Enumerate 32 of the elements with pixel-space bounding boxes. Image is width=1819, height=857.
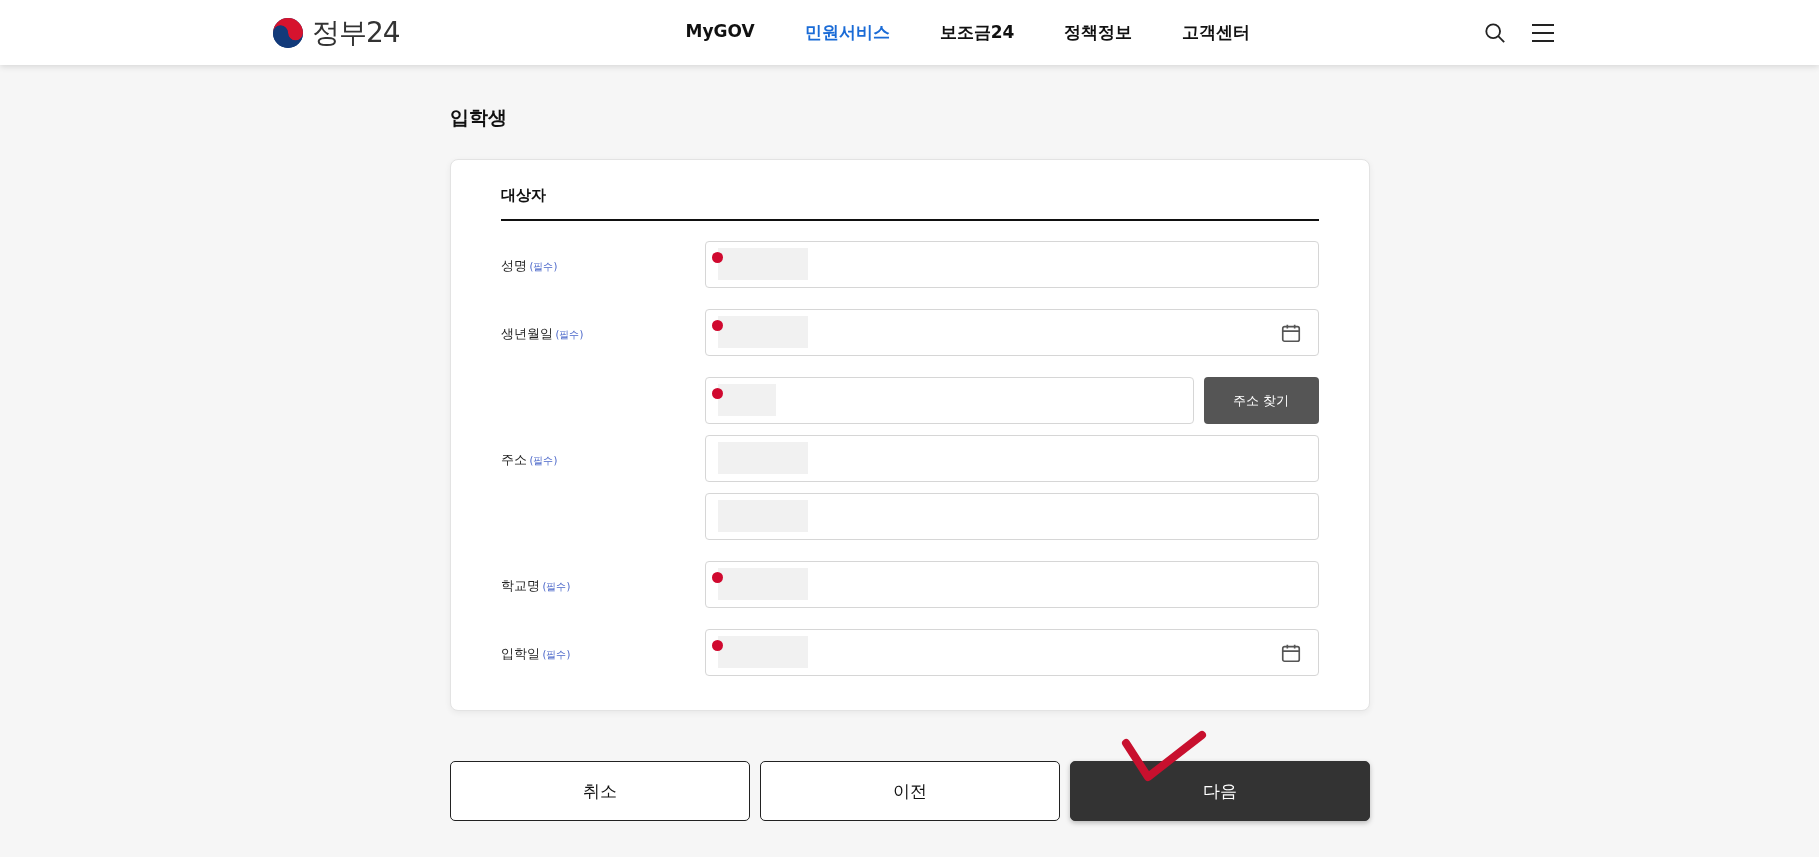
address-search-button[interactable]: 주소 찾기 bbox=[1203, 377, 1319, 424]
date-field[interactable] bbox=[704, 629, 1319, 676]
input-field[interactable] bbox=[704, 493, 1319, 540]
required-note: (필수) bbox=[529, 260, 558, 272]
section-title: 대상자 bbox=[500, 186, 1319, 221]
required-note: (필수) bbox=[542, 648, 571, 660]
input-field[interactable] bbox=[704, 561, 1319, 608]
nav-link[interactable]: MyGOV bbox=[685, 21, 755, 44]
taegeuk-logo-icon bbox=[272, 16, 304, 49]
field-label: 학교명 bbox=[500, 577, 540, 593]
field-label: 성명 bbox=[500, 257, 527, 273]
search-icon[interactable] bbox=[1484, 21, 1506, 44]
nav-link[interactable]: 정책정보 bbox=[1064, 21, 1133, 44]
required-note: (필수) bbox=[542, 580, 571, 592]
action-button[interactable]: 이전 bbox=[759, 761, 1060, 821]
required-note: (필수) bbox=[555, 328, 584, 340]
required-note: (필수) bbox=[529, 454, 558, 466]
input-field[interactable] bbox=[704, 377, 1194, 424]
field-label: 입학일 bbox=[500, 645, 540, 661]
nav-link[interactable]: 보조금24 bbox=[939, 21, 1015, 44]
field-label: 생년월일 bbox=[500, 325, 553, 341]
date-field[interactable] bbox=[704, 309, 1319, 356]
logo-text[interactable]: 정부24 bbox=[312, 13, 400, 52]
page-title: 입학생 bbox=[449, 105, 508, 130]
input-field[interactable] bbox=[704, 435, 1319, 482]
nav-link[interactable]: 고객센터 bbox=[1182, 21, 1251, 44]
input-field[interactable] bbox=[704, 241, 1319, 288]
field-label: 주소 bbox=[500, 451, 527, 467]
action-button[interactable]: 취소 bbox=[449, 761, 750, 821]
menu-icon[interactable] bbox=[1532, 22, 1554, 43]
nav-link[interactable]: 민원서비스 bbox=[804, 21, 890, 44]
next-button[interactable]: 다음 bbox=[1069, 761, 1370, 821]
